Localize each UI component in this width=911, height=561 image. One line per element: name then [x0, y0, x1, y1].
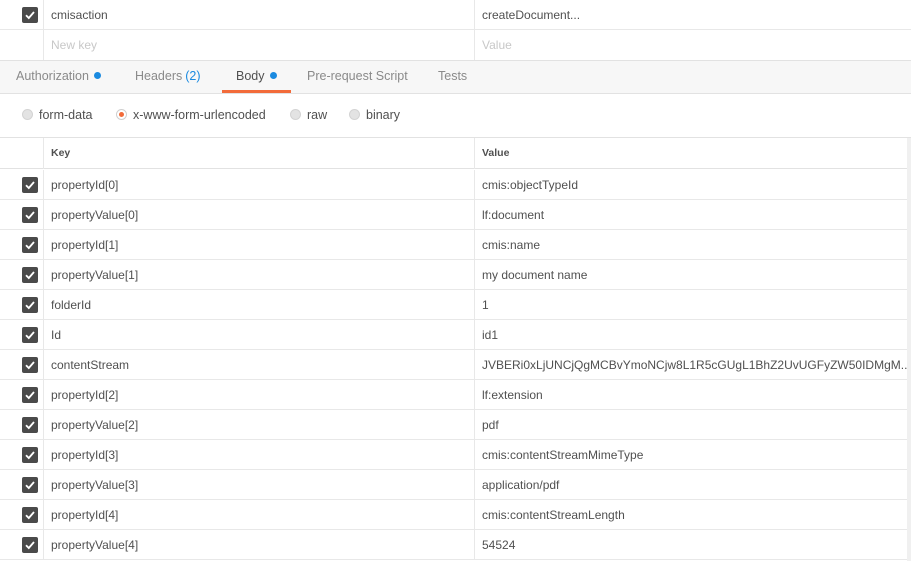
body-indicator-dot: [269, 72, 277, 79]
row-key[interactable]: propertyValue[1]: [44, 260, 475, 290]
table-row: propertyValue[2] pdf: [0, 410, 911, 440]
radio-selected-icon: [116, 109, 127, 120]
param-row-checkbox[interactable]: [22, 7, 38, 23]
row-value[interactable]: cmis:name: [475, 230, 907, 260]
row-key[interactable]: Id: [44, 320, 475, 350]
row-value[interactable]: cmis:contentStreamMimeType: [475, 440, 907, 470]
radio-binary[interactable]: binary: [349, 105, 400, 125]
radio-circle-icon: [22, 109, 33, 120]
row-key[interactable]: propertyId[0]: [44, 170, 475, 200]
body-table-header: Key Value: [0, 138, 911, 169]
radio-circle-icon: [290, 109, 301, 120]
row-value[interactable]: cmis:contentStreamLength: [475, 500, 907, 530]
row-key[interactable]: contentStream: [44, 350, 475, 380]
table-row: folderId 1: [0, 290, 911, 320]
row-checkbox[interactable]: [22, 477, 38, 493]
row-checkbox[interactable]: [22, 327, 38, 343]
row-checkbox[interactable]: [22, 357, 38, 373]
column-header-key: Key: [44, 138, 475, 169]
param-key[interactable]: cmisaction: [44, 0, 475, 30]
active-tab-underline: [222, 90, 291, 93]
radio-circle-icon: [349, 109, 360, 120]
row-checkbox[interactable]: [22, 537, 38, 553]
param-row: cmisaction createDocument...: [0, 0, 911, 30]
table-row: propertyId[0] cmis:objectTypeId: [0, 170, 911, 200]
tab-tests[interactable]: Tests: [438, 61, 467, 93]
row-key[interactable]: propertyValue[0]: [44, 200, 475, 230]
auth-indicator-dot: [93, 72, 101, 79]
row-key[interactable]: folderId: [44, 290, 475, 320]
row-key[interactable]: propertyId[3]: [44, 440, 475, 470]
table-row: propertyValue[1] my document name: [0, 260, 911, 290]
new-value-input[interactable]: Value: [475, 30, 907, 60]
radio-x-www-form-urlencoded[interactable]: x-www-form-urlencoded: [116, 105, 266, 125]
row-value[interactable]: JVBERi0xLjUNCjQgMCBvYmoNCjw8L1R5cGUgL1Bh…: [475, 350, 907, 380]
table-row: propertyValue[3] application/pdf: [0, 470, 911, 500]
radio-form-data[interactable]: form-data: [22, 105, 93, 125]
row-key[interactable]: propertyId[2]: [44, 380, 475, 410]
row-value[interactable]: my document name: [475, 260, 907, 290]
column-header-value: Value: [482, 147, 510, 159]
new-param-row: New key Value: [0, 30, 911, 60]
table-row: propertyId[3] cmis:contentStreamMimeType: [0, 440, 911, 470]
row-key[interactable]: propertyValue[4]: [44, 530, 475, 560]
tab-pre-request-script[interactable]: Pre-request Script: [307, 61, 408, 93]
row-checkbox[interactable]: [22, 507, 38, 523]
row-value[interactable]: lf:extension: [475, 380, 907, 410]
radio-raw[interactable]: raw: [290, 105, 327, 125]
row-key[interactable]: propertyId[4]: [44, 500, 475, 530]
param-value[interactable]: createDocument...: [475, 0, 907, 30]
row-value[interactable]: 54524: [475, 530, 907, 560]
table-row: propertyId[2] lf:extension: [0, 380, 911, 410]
tab-authorization[interactable]: Authorization: [16, 61, 101, 93]
table-row: propertyValue[0] lf:document: [0, 200, 911, 230]
row-checkbox[interactable]: [22, 417, 38, 433]
row-checkbox[interactable]: [22, 207, 38, 223]
body-mode-selector: form-data x-www-form-urlencoded raw bina…: [0, 94, 911, 138]
row-key[interactable]: propertyId[1]: [44, 230, 475, 260]
row-checkbox[interactable]: [22, 177, 38, 193]
tab-body[interactable]: Body: [236, 61, 277, 93]
row-value[interactable]: 1: [475, 290, 907, 320]
row-key[interactable]: propertyValue[2]: [44, 410, 475, 440]
headers-count: (2): [185, 69, 201, 83]
table-row: propertyId[1] cmis:name: [0, 230, 911, 260]
row-value[interactable]: id1: [475, 320, 907, 350]
new-key-input[interactable]: New key: [44, 30, 475, 60]
row-checkbox[interactable]: [22, 267, 38, 283]
row-value[interactable]: cmis:objectTypeId: [475, 170, 907, 200]
row-value[interactable]: application/pdf: [475, 470, 907, 500]
row-checkbox[interactable]: [22, 447, 38, 463]
scrollbar[interactable]: [907, 138, 911, 561]
row-key[interactable]: propertyValue[3]: [44, 470, 475, 500]
row-value[interactable]: pdf: [475, 410, 907, 440]
request-tabs: Authorization Headers (2) Body Pre-reques…: [0, 60, 911, 94]
row-value[interactable]: lf:document: [475, 200, 907, 230]
row-checkbox[interactable]: [22, 387, 38, 403]
table-row: Id id1: [0, 320, 911, 350]
table-row: contentStream JVBERi0xLjUNCjQgMCBvYmoNCjw…: [0, 350, 911, 380]
row-checkbox[interactable]: [22, 297, 38, 313]
tab-headers[interactable]: Headers (2): [135, 61, 201, 93]
table-row: propertyId[4] cmis:contentStreamLength: [0, 500, 911, 530]
table-row: propertyValue[4] 54524: [0, 530, 911, 560]
row-checkbox[interactable]: [22, 237, 38, 253]
